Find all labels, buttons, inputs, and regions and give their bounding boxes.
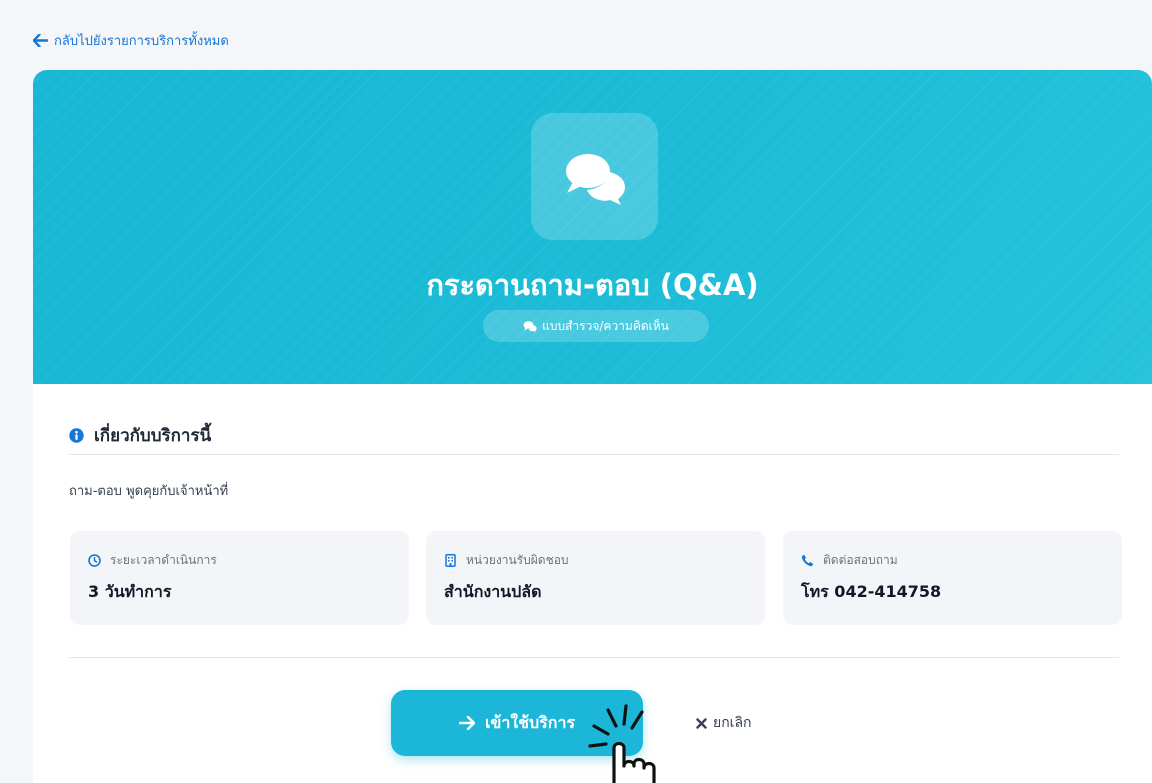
clock-icon (88, 554, 101, 567)
category-badge: แบบสำรวจ/ความคิดเห็น (483, 310, 709, 342)
category-badge-label: แบบสำรวจ/ความคิดเห็น (542, 318, 669, 333)
info-card-department: หน่วยงานรับผิดชอบ สำนักงานปลัด (426, 531, 765, 625)
about-title: เกี่ยวกับบริการนี้ (94, 426, 212, 446)
pointer-hand-icon (588, 704, 656, 783)
service-icon-box (531, 113, 658, 240)
back-link-label: กลับไปยังรายการบริการทั้งหมด (54, 34, 229, 49)
about-section-header: เกี่ยวกับบริการนี้ (69, 422, 1119, 449)
info-card-duration: ระยะเวลาดำเนินการ 3 วันทำการ (70, 531, 409, 625)
actions-divider (69, 657, 1119, 658)
info-card-value: โทร 042-414758 (801, 582, 942, 601)
info-card-label: หน่วยงานรับผิดชอบ (466, 553, 569, 567)
service-hero: กระดานถาม-ตอบ (Q&A) แบบสำรวจ/ความคิดเห็น (33, 70, 1152, 384)
section-divider (69, 454, 1119, 455)
service-title: กระดานถาม-ตอบ (Q&A) (426, 268, 759, 302)
phone-icon (801, 554, 814, 567)
service-description: ถาม-ตอบ พูดคุยกับเจ้าหน้าที่ (69, 484, 229, 499)
info-circle-icon (69, 428, 84, 443)
info-card-value: 3 วันทำการ (88, 582, 172, 601)
info-card-label: ติดต่อสอบถาม (823, 553, 898, 567)
use-service-label: เข้าใช้บริการ (484, 712, 576, 732)
arrow-left-icon (33, 34, 48, 47)
back-to-services-link[interactable]: กลับไปยังรายการบริการทั้งหมด (33, 30, 229, 51)
building-icon (445, 554, 456, 567)
info-card-value: สำนักงานปลัด (444, 582, 542, 601)
info-card-label: ระยะเวลาดำเนินการ (110, 553, 217, 567)
service-card: กระดานถาม-ตอบ (Q&A) แบบสำรวจ/ความคิดเห็น… (33, 70, 1152, 783)
info-card-contact: ติดต่อสอบถาม โทร 042-414758 (783, 531, 1122, 625)
content-area: กลับไปยังรายการบริการทั้งหมด กระดานถาม-ต… (0, 0, 1152, 783)
arrow-right-icon (458, 716, 475, 730)
comments-icon (565, 153, 625, 205)
comments-small-icon (523, 321, 537, 332)
